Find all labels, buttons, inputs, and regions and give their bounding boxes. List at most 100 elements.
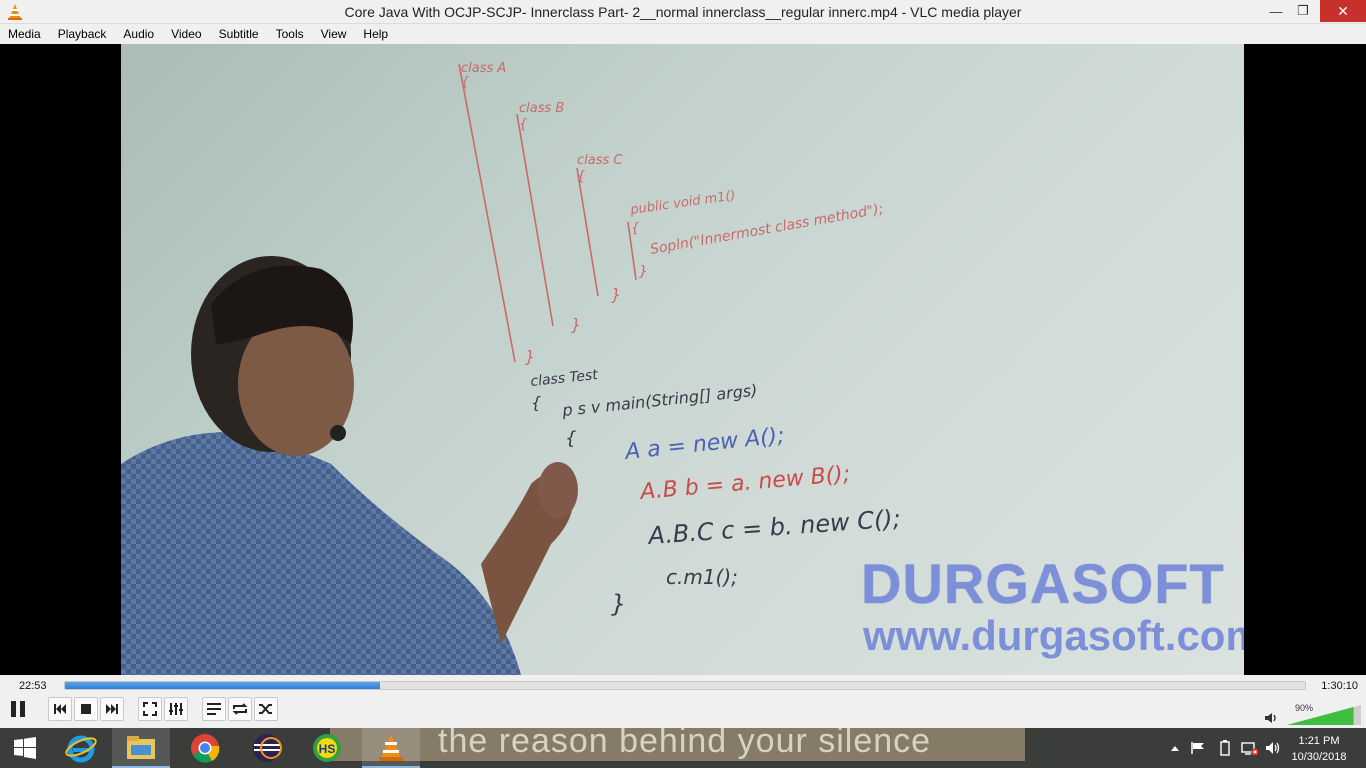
taskbar-hs-app[interactable]: HS	[298, 728, 356, 768]
code-line-brace: {	[577, 169, 585, 184]
code-line-call: c.m1();	[666, 565, 738, 589]
tray-network[interactable]	[1240, 728, 1260, 768]
taskbar-internet-explorer[interactable]	[52, 728, 110, 768]
code-line-brace: {	[461, 75, 469, 90]
menu-audio[interactable]: Audio	[123, 27, 154, 41]
restore-button[interactable]: ❐	[1288, 0, 1318, 22]
code-line-new-a: A a = new A();	[622, 423, 786, 465]
loop-button[interactable]	[228, 697, 252, 721]
video-area[interactable]: class A { class B { class C { public voi…	[0, 44, 1366, 675]
system-clock[interactable]: 1:21 PM 10/30/2018	[1284, 733, 1354, 765]
seek-bar-progress	[65, 682, 380, 689]
close-button[interactable]: ✕	[1320, 0, 1366, 22]
windows-start-icon	[14, 737, 36, 759]
code-line-class-test: class Test	[530, 367, 599, 390]
taskbar-eclipse[interactable]	[238, 728, 296, 768]
volume-slider[interactable]	[1287, 705, 1361, 725]
equalizer-icon	[169, 703, 183, 715]
tray-battery[interactable]	[1216, 728, 1234, 768]
stop-button[interactable]	[74, 697, 98, 721]
watermark-title: DURGASOFT	[861, 552, 1225, 615]
banner-text: the reason behind your silence	[438, 728, 932, 760]
code-line-brace: {	[631, 221, 639, 236]
taskbar-vlc[interactable]	[362, 728, 420, 768]
speaker-icon[interactable]	[1264, 711, 1278, 729]
next-button[interactable]	[100, 697, 124, 721]
loop-icon	[232, 703, 248, 715]
tray-show-hidden[interactable]	[1168, 728, 1182, 768]
watermark-url: www.durgasoft.com	[863, 612, 1244, 659]
code-line-main: p s v main(String[] args)	[560, 381, 758, 420]
playlist-button[interactable]	[202, 697, 226, 721]
elapsed-time: 22:53	[19, 680, 47, 692]
pause-button[interactable]	[5, 696, 31, 722]
code-line-class-c: class C	[577, 153, 623, 168]
tray-action-center[interactable]	[1188, 728, 1208, 768]
minimize-button[interactable]: —	[1261, 0, 1291, 22]
flag-icon	[1191, 742, 1204, 754]
tray-volume[interactable]	[1264, 728, 1282, 768]
code-line-brace: {	[531, 393, 541, 412]
durgasoft-watermark: DURGASOFT www.durgasoft.com	[861, 556, 1244, 660]
shuffle-icon	[259, 704, 272, 714]
network-disconnected-icon	[1241, 742, 1259, 756]
menu-tools[interactable]: Tools	[276, 27, 304, 41]
previous-icon	[54, 704, 66, 714]
total-time: 1:30:10	[1321, 680, 1358, 692]
menu-video[interactable]: Video	[171, 27, 201, 41]
playlist-icon	[207, 703, 221, 715]
vlc-icon	[379, 734, 403, 761]
stop-icon	[81, 704, 91, 714]
menu-view[interactable]: View	[321, 27, 347, 41]
eclipse-icon	[253, 734, 282, 762]
previous-button[interactable]	[48, 697, 72, 721]
clock-date: 10/30/2018	[1291, 751, 1347, 763]
code-line-brace: }	[611, 590, 626, 618]
clock-time: 1:21 PM	[1298, 735, 1340, 747]
code-line-brace: {	[565, 428, 576, 449]
windows-start-button[interactable]	[0, 728, 50, 768]
chevron-up-icon	[1171, 746, 1179, 751]
fullscreen-icon	[143, 702, 157, 716]
battery-icon	[1220, 740, 1230, 756]
code-line-new-c: A.B.C c = b. new C();	[645, 504, 901, 550]
window-title: Core Java With OCJP-SCJP- Innerclass Par…	[344, 4, 1022, 20]
player-controls: 22:53 1:30:10 90%	[0, 675, 1366, 728]
code-line-brace: }	[639, 264, 648, 280]
shuffle-button[interactable]	[254, 697, 278, 721]
menu-help[interactable]: Help	[363, 27, 388, 41]
code-line-method: public void m1()	[628, 188, 736, 218]
video-overflow-banner: the reason behind your silence	[330, 728, 1025, 761]
seek-bar[interactable]	[64, 681, 1306, 690]
close-icon: ✕	[1337, 2, 1349, 19]
pause-icon	[11, 701, 25, 717]
title-bar: Core Java With OCJP-SCJP- Innerclass Par…	[0, 0, 1366, 24]
taskbar: the reason behind your silence HS 1:21 P…	[0, 728, 1366, 768]
extended-settings-button[interactable]	[164, 697, 188, 721]
fullscreen-button[interactable]	[138, 697, 162, 721]
menu-media[interactable]: Media	[8, 27, 41, 41]
instructor-figure	[121, 256, 578, 675]
code-line-class-b: class B	[519, 101, 564, 116]
chrome-icon	[191, 734, 220, 763]
hs-label: HS	[319, 742, 336, 756]
code-line-brace: {	[519, 117, 527, 132]
minimize-icon: —	[1269, 3, 1283, 19]
hs-icon: HS	[313, 734, 341, 762]
file-explorer-icon	[127, 736, 155, 759]
code-line-brace: }	[571, 315, 581, 334]
code-line-brace: }	[525, 347, 535, 366]
code-line-new-b: A.B b = a. new B();	[637, 462, 851, 505]
video-frame: class A { class B { class C { public voi…	[121, 44, 1244, 675]
next-icon	[106, 704, 118, 714]
restore-icon: ❐	[1297, 3, 1309, 18]
taskbar-chrome[interactable]	[176, 728, 234, 768]
code-line-brace: }	[611, 285, 621, 304]
menu-playback[interactable]: Playback	[58, 27, 107, 41]
taskbar-file-explorer[interactable]	[112, 728, 170, 768]
internet-explorer-icon	[65, 735, 97, 763]
menu-bar: Media Playback Audio Video Subtitle Tool…	[0, 24, 1366, 44]
volume-icon	[1266, 742, 1280, 754]
menu-subtitle[interactable]: Subtitle	[219, 27, 259, 41]
code-line-class-a: class A	[461, 61, 506, 76]
